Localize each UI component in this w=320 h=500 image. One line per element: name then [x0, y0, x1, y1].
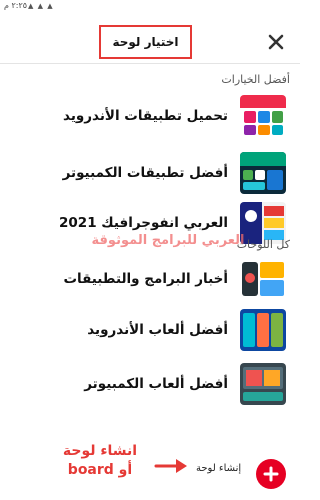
board-name: تحميل تطبيقات الأندرويد: [63, 108, 228, 124]
create-board-label[interactable]: إنشاء لوحة: [196, 463, 241, 474]
create-board-button[interactable]: [256, 459, 286, 489]
annotation-text: انشاء لوحة أو board: [52, 442, 148, 480]
board-name: أخبار البرامج والتطبيقات: [63, 271, 228, 287]
board-item-pc-games[interactable]: أفضل ألعاب الكمبيوتر: [0, 359, 300, 409]
plus-icon: [263, 466, 279, 482]
annotation-line-2: أو board: [67, 462, 133, 478]
board-item-android-games[interactable]: أفضل ألعاب الأندرويد: [0, 305, 300, 355]
section-label-top-choices: أفضل الخيارات: [221, 73, 290, 86]
board-item-android-apps[interactable]: تحميل تطبيقات الأندرويد: [0, 91, 300, 141]
board-name: أفضل ألعاب الأندرويد: [87, 322, 228, 338]
close-icon: [268, 34, 284, 50]
board-thumbnail: [240, 95, 286, 137]
section-label-all-boards: كل اللوحات: [236, 238, 290, 251]
board-thumbnail: [240, 258, 286, 300]
board-thumbnail: [240, 363, 286, 405]
board-item-pc-apps[interactable]: أفضل تطبيقات الكمبيوتر: [0, 148, 300, 198]
annotation-line-1: انشاء لوحة: [62, 443, 138, 459]
header: اختيار لوحة: [0, 14, 300, 64]
board-name: العربي انفوجرافيك 2021: [59, 215, 228, 231]
status-icons: ▲ ▲ ▲: [28, 2, 54, 10]
board-name: أفضل تطبيقات الكمبيوتر: [62, 165, 228, 181]
board-item-software-news[interactable]: أخبار البرامج والتطبيقات: [0, 254, 300, 304]
board-name: أفضل ألعاب الكمبيوتر: [84, 376, 228, 392]
board-thumbnail: [240, 309, 286, 351]
status-bar: ٢:٢٥ م ▲ ▲ ▲: [0, 0, 300, 14]
close-button[interactable]: [264, 30, 288, 54]
page-title: اختيار لوحة: [112, 35, 179, 49]
arrow-right-icon: [154, 459, 187, 473]
title-highlight-box: اختيار لوحة: [99, 25, 192, 59]
status-time: ٢:٢٥ م: [4, 1, 28, 10]
board-thumbnail: [240, 152, 286, 194]
